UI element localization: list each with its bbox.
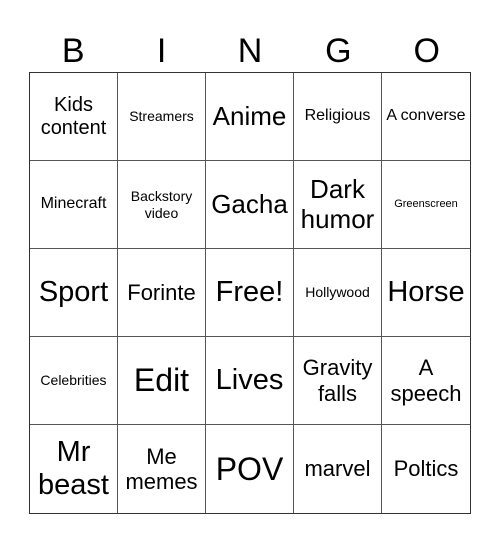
bingo-cell[interactable]: Streamers bbox=[118, 73, 206, 161]
bingo-cell[interactable]: Dark humor bbox=[294, 161, 382, 249]
bingo-cell[interactable]: Poltics bbox=[382, 425, 470, 513]
bingo-cell[interactable]: Me memes bbox=[118, 425, 206, 513]
bingo-cell[interactable]: A converse bbox=[382, 73, 470, 161]
bingo-cell[interactable]: Horse bbox=[382, 249, 470, 337]
header-letter-o: O bbox=[413, 32, 440, 70]
bingo-cell[interactable]: Forinte bbox=[118, 249, 206, 337]
bingo-cell[interactable]: Lives bbox=[206, 337, 294, 425]
bingo-cell[interactable]: Sport bbox=[30, 249, 118, 337]
bingo-cell[interactable]: marvel bbox=[294, 425, 382, 513]
bingo-grid: Kids content Streamers Anime Religious A… bbox=[29, 72, 471, 514]
bingo-header: B I N G O bbox=[29, 30, 471, 72]
bingo-cell[interactable]: Backstory video bbox=[118, 161, 206, 249]
header-letter-n: N bbox=[237, 32, 263, 70]
bingo-cell[interactable]: A speech bbox=[382, 337, 470, 425]
bingo-cell[interactable]: Minecraft bbox=[30, 161, 118, 249]
bingo-cell[interactable]: Gacha bbox=[206, 161, 294, 249]
bingo-cell[interactable]: Celebrities bbox=[30, 337, 118, 425]
bingo-cell[interactable]: Free! bbox=[206, 249, 294, 337]
header-letter-b: B bbox=[61, 32, 85, 70]
bingo-cell[interactable]: POV bbox=[206, 425, 294, 513]
bingo-cell[interactable]: Edit bbox=[118, 337, 206, 425]
bingo-cell[interactable]: Kids content bbox=[30, 73, 118, 161]
bingo-cell[interactable]: Mr beast bbox=[30, 425, 118, 513]
header-letter-g: G bbox=[325, 32, 352, 70]
bingo-cell[interactable]: Gravity falls bbox=[294, 337, 382, 425]
bingo-cell[interactable]: Greenscreen bbox=[382, 161, 470, 249]
bingo-cell[interactable]: Religious bbox=[294, 73, 382, 161]
header-letter-i: I bbox=[156, 32, 167, 70]
bingo-cell[interactable]: Anime bbox=[206, 73, 294, 161]
bingo-cell[interactable]: Hollywood bbox=[294, 249, 382, 337]
